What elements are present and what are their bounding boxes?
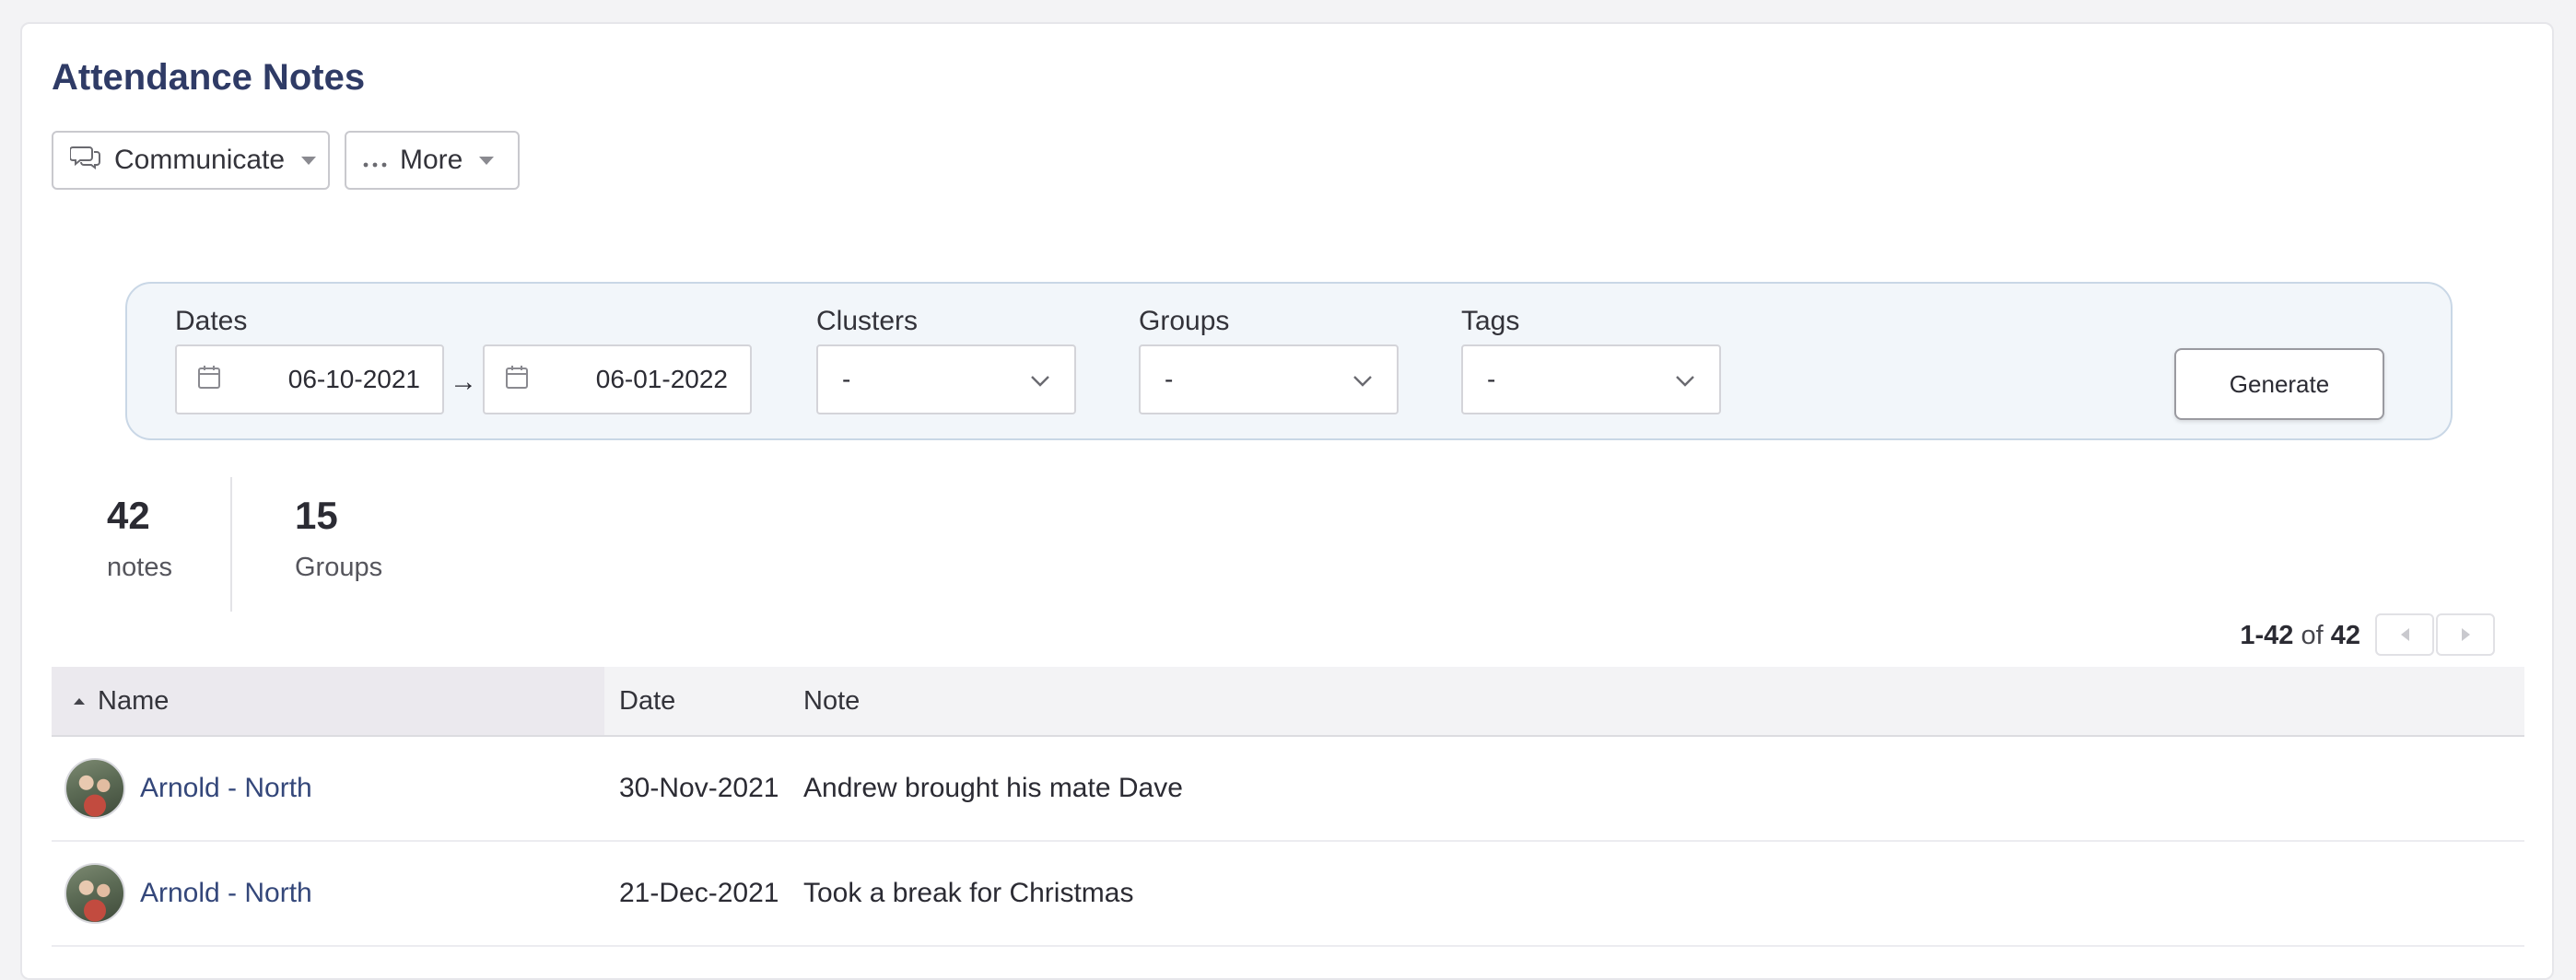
pager-of: of bbox=[2301, 621, 2324, 650]
note-cell: Took a break for Christmas bbox=[803, 878, 1134, 908]
date-range-arrow: → bbox=[450, 367, 477, 397]
previous-page-button[interactable] bbox=[2375, 613, 2434, 656]
groups-select[interactable]: - bbox=[1139, 344, 1399, 414]
column-header-name[interactable]: Name bbox=[52, 667, 604, 735]
group-link[interactable]: Arnold - North bbox=[140, 773, 312, 804]
filter-panel: Dates 06-10-2021 → 06-01-2022 Clusters - bbox=[125, 282, 2453, 440]
date-to-value: 06-01-2022 bbox=[595, 365, 728, 393]
caret-down-icon bbox=[479, 156, 495, 165]
table-header: Name Date Note bbox=[52, 667, 2524, 737]
column-header-note-label: Note bbox=[803, 685, 861, 716]
notes-count-label: notes bbox=[107, 553, 172, 582]
groups-stat: 15 Groups bbox=[295, 494, 382, 583]
tags-value: - bbox=[1487, 365, 1496, 393]
pager-summary: 1-42 of 42 bbox=[2240, 621, 2360, 651]
date-cell: 21-Dec-2021 bbox=[619, 878, 779, 908]
tags-label: Tags bbox=[1461, 306, 1520, 336]
clusters-label: Clusters bbox=[816, 306, 919, 336]
table-row: Arnold - North 21-Dec-2021 Took a break … bbox=[52, 842, 2524, 947]
column-header-note[interactable]: Note bbox=[803, 667, 860, 735]
tags-select[interactable]: - bbox=[1461, 344, 1721, 414]
page-title: Attendance Notes bbox=[52, 57, 366, 98]
pager-range: 1-42 bbox=[2240, 621, 2294, 650]
date-from-input[interactable]: 06-10-2021 bbox=[175, 344, 444, 414]
avatar bbox=[64, 758, 125, 819]
date-to-input[interactable]: 06-01-2022 bbox=[483, 344, 752, 414]
column-header-date-label: Date bbox=[619, 685, 676, 716]
more-label: More bbox=[400, 145, 463, 175]
next-page-icon bbox=[2461, 628, 2470, 641]
chevron-down-icon bbox=[1030, 365, 1050, 394]
sort-ascending-icon bbox=[74, 697, 85, 705]
stat-divider bbox=[230, 477, 232, 612]
notes-table: Name Date Note Arnold - North 30-Nov-202… bbox=[52, 667, 2524, 947]
next-page-button[interactable] bbox=[2436, 613, 2495, 656]
groups-label: Groups bbox=[1139, 306, 1230, 336]
clusters-value: - bbox=[842, 365, 851, 393]
note-cell: Andrew brought his mate Dave bbox=[803, 773, 1183, 803]
notes-stat: 42 notes bbox=[107, 494, 172, 583]
calendar-icon bbox=[505, 364, 529, 396]
name-cell: Arnold - North bbox=[64, 842, 312, 945]
generate-button[interactable]: Generate bbox=[2174, 348, 2384, 420]
chevron-down-icon bbox=[1675, 365, 1695, 394]
group-link[interactable]: Arnold - North bbox=[140, 878, 312, 909]
caret-down-icon bbox=[301, 156, 317, 165]
groups-value: - bbox=[1165, 365, 1174, 393]
chat-bubbles-icon bbox=[69, 144, 101, 177]
column-header-name-label: Name bbox=[98, 685, 170, 716]
groups-count-label: Groups bbox=[295, 553, 383, 582]
pager-total: 42 bbox=[2330, 621, 2360, 650]
notes-count: 42 bbox=[107, 494, 150, 537]
calendar-icon bbox=[197, 364, 221, 396]
column-header-date[interactable]: Date bbox=[619, 667, 675, 735]
name-cell: Arnold - North bbox=[64, 737, 312, 840]
more-button[interactable]: More bbox=[345, 131, 520, 190]
groups-count: 15 bbox=[295, 494, 338, 537]
previous-page-icon bbox=[2400, 628, 2409, 641]
date-from-value: 06-10-2021 bbox=[287, 365, 420, 393]
avatar bbox=[64, 863, 125, 924]
dates-label: Dates bbox=[175, 306, 248, 336]
ellipsis-icon bbox=[363, 145, 387, 176]
communicate-button[interactable]: Communicate bbox=[52, 131, 330, 190]
date-cell: 30-Nov-2021 bbox=[619, 773, 779, 803]
clusters-select[interactable]: - bbox=[816, 344, 1076, 414]
table-row: Arnold - North 30-Nov-2021 Andrew brough… bbox=[52, 737, 2524, 842]
chevron-down-icon bbox=[1352, 365, 1373, 394]
communicate-label: Communicate bbox=[114, 145, 286, 175]
